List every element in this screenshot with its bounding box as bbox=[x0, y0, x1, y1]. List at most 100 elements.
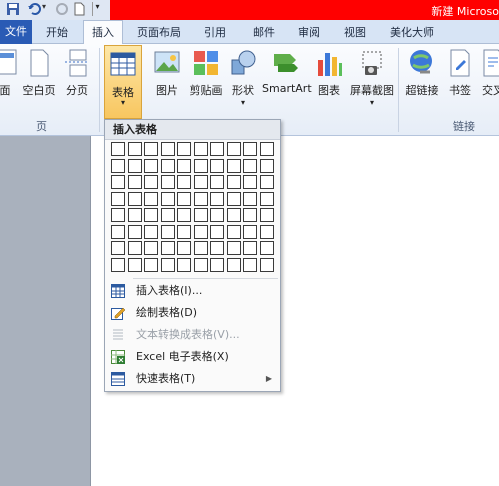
grid-cell[interactable] bbox=[243, 191, 257, 206]
table-button[interactable]: 表格 ▾ bbox=[104, 45, 142, 119]
grid-cell[interactable] bbox=[259, 175, 274, 189]
grid-cell[interactable] bbox=[144, 208, 158, 222]
grid-cell[interactable] bbox=[243, 257, 257, 272]
grid-cell[interactable] bbox=[259, 257, 274, 272]
grid-cell[interactable] bbox=[127, 191, 142, 206]
grid-cell[interactable] bbox=[160, 175, 175, 189]
grid-cell[interactable] bbox=[127, 241, 142, 255]
menu-draw-table[interactable]: 绘制表格(D) bbox=[105, 302, 280, 324]
cover-page-button[interactable]: 面 bbox=[0, 48, 17, 98]
grid-cell[interactable] bbox=[210, 257, 224, 272]
grid-cell[interactable] bbox=[177, 208, 191, 222]
grid-cell[interactable] bbox=[226, 208, 241, 222]
grid-cell[interactable] bbox=[193, 191, 208, 206]
grid-cell[interactable] bbox=[210, 158, 224, 173]
grid-cell[interactable] bbox=[259, 241, 274, 255]
grid-cell[interactable] bbox=[127, 175, 142, 189]
tab-home[interactable]: 开始 bbox=[46, 24, 68, 40]
grid-cell[interactable] bbox=[144, 158, 158, 173]
save-icon[interactable] bbox=[6, 2, 20, 16]
tab-insert[interactable]: 插入 bbox=[83, 20, 123, 45]
screenshot-button[interactable]: 屏幕截图 ▾ bbox=[348, 48, 396, 107]
grid-cell[interactable] bbox=[160, 208, 175, 222]
blank-page-button[interactable]: 空白页 bbox=[22, 48, 56, 98]
grid-cell[interactable] bbox=[226, 257, 241, 272]
grid-cell[interactable] bbox=[127, 224, 142, 239]
grid-cell[interactable] bbox=[243, 158, 257, 173]
grid-cell[interactable] bbox=[177, 142, 191, 156]
grid-cell[interactable] bbox=[111, 224, 125, 239]
grid-cell[interactable] bbox=[226, 142, 241, 156]
grid-cell[interactable] bbox=[111, 158, 125, 173]
picture-button[interactable]: 图片 bbox=[152, 48, 182, 98]
grid-cell[interactable] bbox=[259, 224, 274, 239]
grid-cell[interactable] bbox=[144, 257, 158, 272]
grid-cell[interactable] bbox=[177, 257, 191, 272]
bookmark-button[interactable]: 书签 bbox=[446, 48, 474, 98]
grid-cell[interactable] bbox=[111, 241, 125, 255]
grid-cell[interactable] bbox=[226, 241, 241, 255]
grid-cell[interactable] bbox=[210, 191, 224, 206]
undo-icon[interactable] bbox=[27, 2, 41, 16]
grid-cell[interactable] bbox=[210, 241, 224, 255]
menu-excel-spreadsheet[interactable]: Excel 电子表格(X) bbox=[105, 346, 280, 368]
grid-cell[interactable] bbox=[144, 175, 158, 189]
grid-cell[interactable] bbox=[210, 224, 224, 239]
grid-cell[interactable] bbox=[111, 191, 125, 206]
clipart-button[interactable]: 剪贴画 bbox=[188, 48, 224, 98]
menu-insert-table[interactable]: 插入表格(I)... bbox=[105, 280, 280, 302]
undo-dropdown-icon[interactable]: ▾ bbox=[42, 2, 56, 16]
grid-cell[interactable] bbox=[160, 224, 175, 239]
tab-review[interactable]: 审阅 bbox=[298, 24, 320, 40]
hyperlink-button[interactable]: 超链接 bbox=[404, 48, 440, 98]
shapes-button[interactable]: 形状 ▾ bbox=[228, 48, 258, 107]
tab-mailings[interactable]: 邮件 bbox=[253, 24, 275, 40]
grid-cell[interactable] bbox=[177, 158, 191, 173]
table-size-grid[interactable] bbox=[111, 142, 274, 272]
grid-cell[interactable] bbox=[259, 191, 274, 206]
grid-cell[interactable] bbox=[144, 142, 158, 156]
grid-cell[interactable] bbox=[243, 241, 257, 255]
grid-cell[interactable] bbox=[210, 142, 224, 156]
grid-cell[interactable] bbox=[193, 158, 208, 173]
grid-cell[interactable] bbox=[127, 257, 142, 272]
grid-cell[interactable] bbox=[144, 191, 158, 206]
tab-beautify-master[interactable]: 美化大师 bbox=[390, 24, 434, 40]
grid-cell[interactable] bbox=[193, 241, 208, 255]
grid-cell[interactable] bbox=[243, 224, 257, 239]
grid-cell[interactable] bbox=[259, 142, 274, 156]
grid-cell[interactable] bbox=[127, 208, 142, 222]
grid-cell[interactable] bbox=[243, 208, 257, 222]
grid-cell[interactable] bbox=[160, 257, 175, 272]
grid-cell[interactable] bbox=[127, 158, 142, 173]
grid-cell[interactable] bbox=[226, 191, 241, 206]
grid-cell[interactable] bbox=[177, 175, 191, 189]
customize-qat-icon[interactable]: ▾ bbox=[92, 2, 102, 16]
grid-cell[interactable] bbox=[193, 175, 208, 189]
grid-cell[interactable] bbox=[177, 191, 191, 206]
grid-cell[interactable] bbox=[111, 142, 125, 156]
chart-button[interactable]: 图表 bbox=[314, 48, 344, 98]
grid-cell[interactable] bbox=[193, 142, 208, 156]
grid-cell[interactable] bbox=[111, 208, 125, 222]
tab-file[interactable]: 文件 bbox=[0, 20, 32, 44]
grid-cell[interactable] bbox=[160, 142, 175, 156]
grid-cell[interactable] bbox=[193, 257, 208, 272]
grid-cell[interactable] bbox=[111, 257, 125, 272]
grid-cell[interactable] bbox=[160, 191, 175, 206]
tab-view[interactable]: 视图 bbox=[344, 24, 366, 40]
redo-icon[interactable] bbox=[55, 2, 69, 16]
grid-cell[interactable] bbox=[177, 241, 191, 255]
tab-references[interactable]: 引用 bbox=[204, 24, 226, 40]
grid-cell[interactable] bbox=[144, 224, 158, 239]
grid-cell[interactable] bbox=[226, 158, 241, 173]
grid-cell[interactable] bbox=[210, 175, 224, 189]
grid-cell[interactable] bbox=[177, 224, 191, 239]
grid-cell[interactable] bbox=[243, 142, 257, 156]
page-break-button[interactable]: 分页 bbox=[62, 48, 92, 98]
cross-reference-button[interactable]: 交叉 bbox=[478, 48, 499, 98]
grid-cell[interactable] bbox=[144, 241, 158, 255]
grid-cell[interactable] bbox=[160, 158, 175, 173]
grid-cell[interactable] bbox=[111, 175, 125, 189]
grid-cell[interactable] bbox=[226, 175, 241, 189]
